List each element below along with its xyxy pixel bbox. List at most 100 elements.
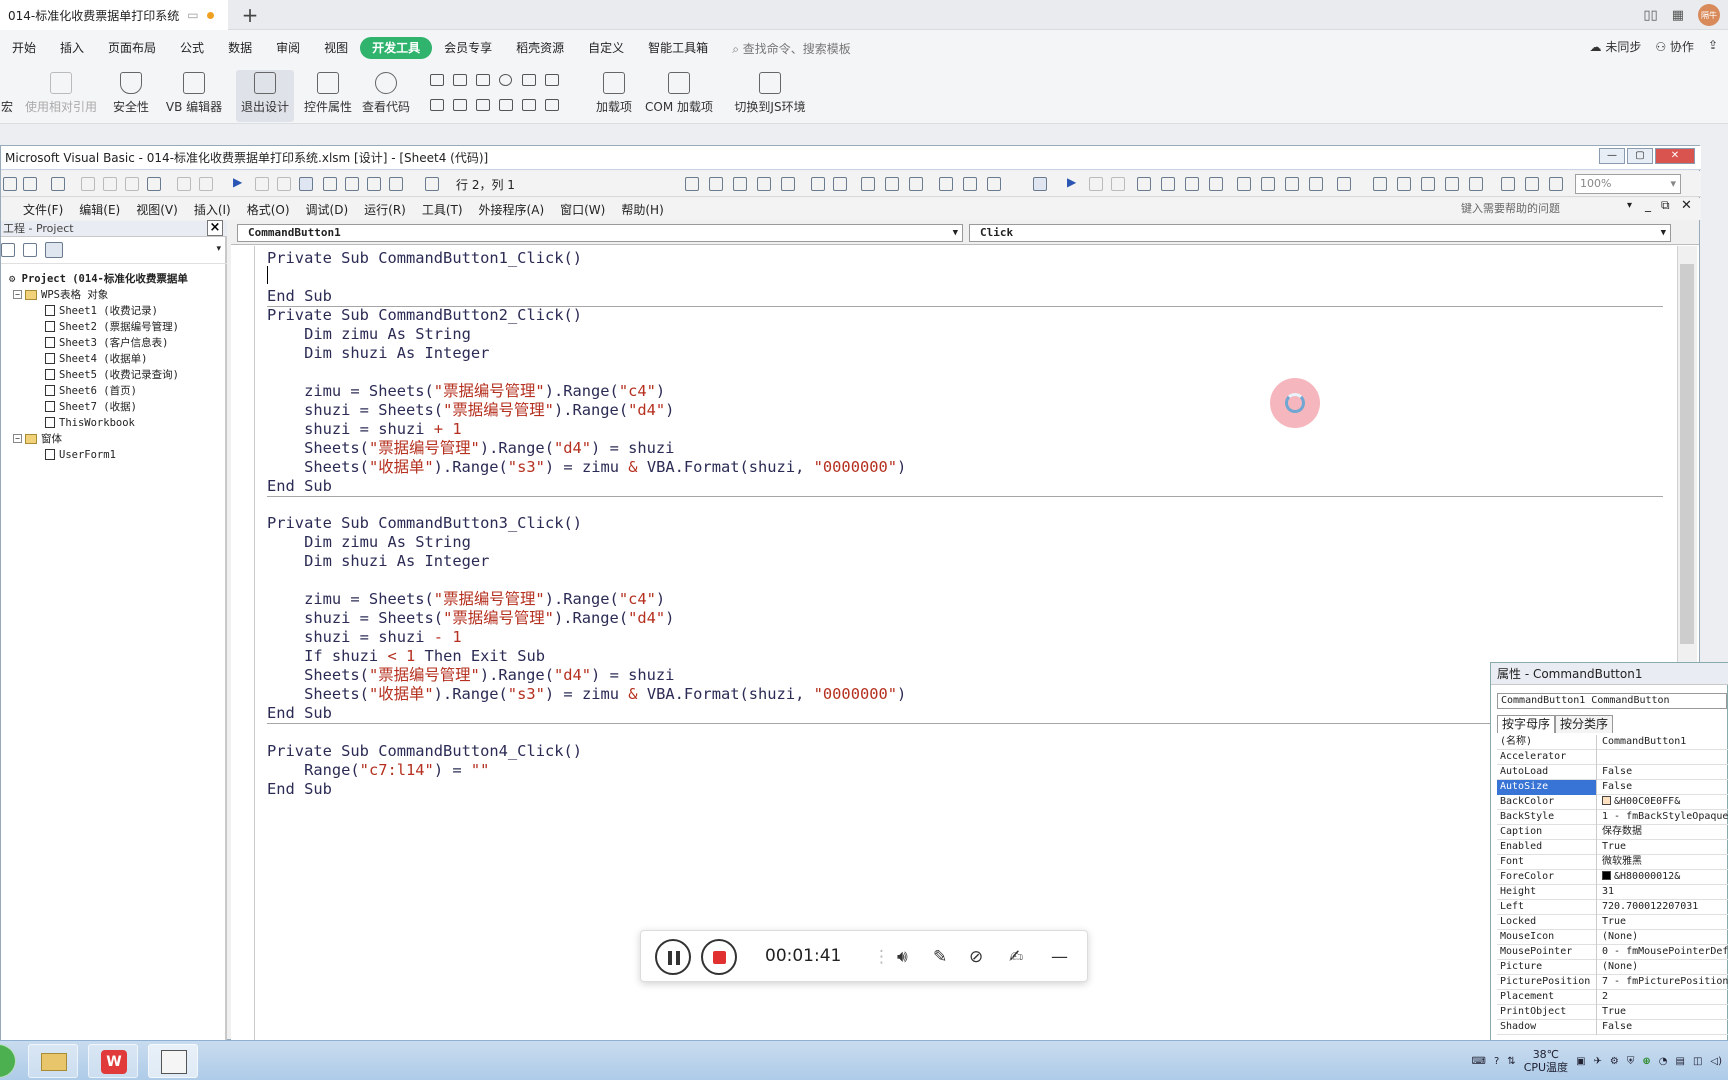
hand-icon[interactable] xyxy=(861,177,875,191)
menu-run[interactable]: 运行(R) xyxy=(364,201,406,218)
arrange-icon[interactable] xyxy=(1549,177,1563,191)
property-value[interactable]: 31 xyxy=(1600,885,1728,900)
addins-button[interactable]: 加载项 xyxy=(592,72,636,115)
paste-icon[interactable] xyxy=(125,177,139,191)
collab-button[interactable]: ⚇ 协作 xyxy=(1655,38,1694,55)
design-mode-icon-2[interactable] xyxy=(1033,177,1047,191)
property-row[interactable]: Left 720.700012207031 xyxy=(1497,900,1728,915)
redo-icon[interactable] xyxy=(199,177,213,191)
tab-alphabetic[interactable]: 按字母序 xyxy=(1497,715,1556,733)
cut-icon[interactable] xyxy=(81,177,95,191)
zoom-icon[interactable] xyxy=(1445,177,1459,191)
immediate-icon[interactable] xyxy=(1261,177,1275,191)
center-icon[interactable] xyxy=(1397,177,1411,191)
property-value[interactable]: 0 - fmMousePointerDefault xyxy=(1600,945,1728,960)
property-row[interactable]: Caption 保存数据 xyxy=(1497,825,1728,840)
maximize-button[interactable]: ▢ xyxy=(1627,148,1653,164)
tab-categorized[interactable]: 按分类序 xyxy=(1555,715,1614,733)
collapse-icon[interactable]: − xyxy=(13,290,22,299)
vba-title-bar[interactable]: Microsoft Visual Basic - 014-标准化收费票据单打印系… xyxy=(1,146,1701,170)
avatar[interactable]: 隔牛 xyxy=(1698,4,1720,26)
view-excel-icon[interactable] xyxy=(3,177,17,191)
chevron-down-icon[interactable]: ▾ xyxy=(216,244,221,254)
bookmark-icon[interactable] xyxy=(939,177,953,191)
property-value[interactable]: True xyxy=(1600,915,1728,930)
minimize-icon[interactable]: — xyxy=(1051,947,1068,967)
object-browser-icon[interactable] xyxy=(367,177,381,191)
property-value[interactable]: CommandButton1 xyxy=(1600,735,1728,750)
tab-insert[interactable]: 插入 xyxy=(48,37,96,59)
menu-edit[interactable]: 编辑(E) xyxy=(79,201,120,218)
tab-page-layout[interactable]: 页面布局 xyxy=(96,37,168,59)
menu-debug[interactable]: 调试(D) xyxy=(306,201,349,218)
toggle-control-icon[interactable] xyxy=(499,99,513,111)
vb-editor-button[interactable]: VB 编辑器 xyxy=(164,72,224,115)
tray-icon-5[interactable]: ▤ xyxy=(1676,1056,1685,1067)
help-question-input[interactable]: 键入需要帮助的问题 xyxy=(1461,200,1636,218)
image-control-icon[interactable] xyxy=(522,99,536,111)
frame-control-icon[interactable] xyxy=(545,99,559,111)
close-button[interactable]: ✕ xyxy=(1655,148,1695,164)
checkbox-control-icon[interactable] xyxy=(430,74,444,86)
button-control-icon[interactable] xyxy=(430,99,444,111)
prev-bookmark-icon[interactable] xyxy=(987,177,1001,191)
sync-button[interactable]: ☁ 未同步 xyxy=(1589,38,1641,55)
step-into-icon[interactable] xyxy=(1161,177,1175,191)
tab-review[interactable]: 审阅 xyxy=(264,37,312,59)
save-icon[interactable] xyxy=(51,177,65,191)
undo-icon[interactable] xyxy=(177,177,191,191)
object-combo[interactable]: CommandButton1 ▼ xyxy=(237,224,963,242)
menu-help[interactable]: 帮助(H) xyxy=(621,201,663,218)
shield-tray-icon[interactable]: ⛨ xyxy=(1627,1056,1635,1067)
network-icon[interactable]: ⇅ xyxy=(1507,1056,1515,1067)
property-value[interactable]: &H00C0E0FF& xyxy=(1600,795,1728,810)
property-row[interactable]: Height 31 xyxy=(1497,885,1728,900)
property-row[interactable]: Enabled True xyxy=(1497,840,1728,855)
insert-module-icon[interactable] xyxy=(23,177,37,191)
exit-design-button[interactable]: 退出设计 xyxy=(236,70,294,122)
tree-item-thisworkbook[interactable]: ThisWorkbook xyxy=(45,415,135,431)
scrollbar-thumb[interactable] xyxy=(1680,264,1694,644)
property-value[interactable]: (None) xyxy=(1600,930,1728,945)
run-icon-2[interactable]: ▶ xyxy=(1067,175,1081,189)
menu-tools[interactable]: 工具(T) xyxy=(422,201,463,218)
locals-icon[interactable] xyxy=(1237,177,1251,191)
property-row[interactable]: AutoLoad False xyxy=(1497,765,1728,780)
outdent-icon[interactable] xyxy=(833,177,847,191)
property-row[interactable]: Picture (None) xyxy=(1497,960,1728,975)
menu-window[interactable]: 窗口(W) xyxy=(560,201,605,218)
camera-off-icon[interactable]: ⊘ xyxy=(969,947,983,967)
com-addins-button[interactable]: COM 加载项 xyxy=(642,72,716,115)
microphone-icon[interactable]: ✎ xyxy=(933,947,947,967)
view-object-icon[interactable] xyxy=(23,243,37,257)
pause-button[interactable] xyxy=(655,939,691,975)
taskbar-explorer-icon[interactable] xyxy=(28,1044,78,1078)
property-value[interactable] xyxy=(1600,750,1728,765)
tree-item-sheet6[interactable]: Sheet6 (首页) xyxy=(45,383,137,399)
tree-item-sheet2[interactable]: Sheet2 (票据编号管理) xyxy=(45,319,179,335)
js-env-button[interactable]: 切换到JS环境 xyxy=(732,72,808,115)
step-out-icon[interactable] xyxy=(1209,177,1223,191)
quick-watch-icon[interactable] xyxy=(1309,177,1323,191)
property-value[interactable]: 保存数据 xyxy=(1600,825,1728,840)
minimize-button[interactable]: — xyxy=(1599,148,1625,164)
property-row[interactable]: BackStyle 1 - fmBackStyleOpaque xyxy=(1497,810,1728,825)
tab-custom[interactable]: 自定义 xyxy=(576,37,636,59)
property-value[interactable]: True xyxy=(1600,840,1728,855)
scrollbar-control-icon[interactable] xyxy=(476,99,490,111)
tab-data[interactable]: 数据 xyxy=(216,37,264,59)
reset-icon[interactable] xyxy=(277,177,291,191)
property-row[interactable]: AutoSize False xyxy=(1497,780,1728,795)
tray-icon-1[interactable]: ▣ xyxy=(1576,1056,1585,1067)
tree-item-sheet5[interactable]: Sheet5 (收费记录查询) xyxy=(45,367,179,383)
size-icon[interactable] xyxy=(1421,177,1435,191)
watch-icon[interactable] xyxy=(1285,177,1299,191)
speaker-icon[interactable]: 🔊︎ xyxy=(897,947,908,967)
uncomment-block-icon[interactable] xyxy=(909,177,923,191)
procedure-combo[interactable]: Click ▼ xyxy=(969,224,1671,242)
property-row[interactable]: Accelerator xyxy=(1497,750,1728,765)
tree-group-forms[interactable]: − 窗体 xyxy=(13,431,62,447)
property-value[interactable]: True xyxy=(1600,1005,1728,1020)
tree-item-sheet4[interactable]: Sheet4 (收据单) xyxy=(45,351,147,367)
menu-view[interactable]: 视图(V) xyxy=(136,201,178,218)
